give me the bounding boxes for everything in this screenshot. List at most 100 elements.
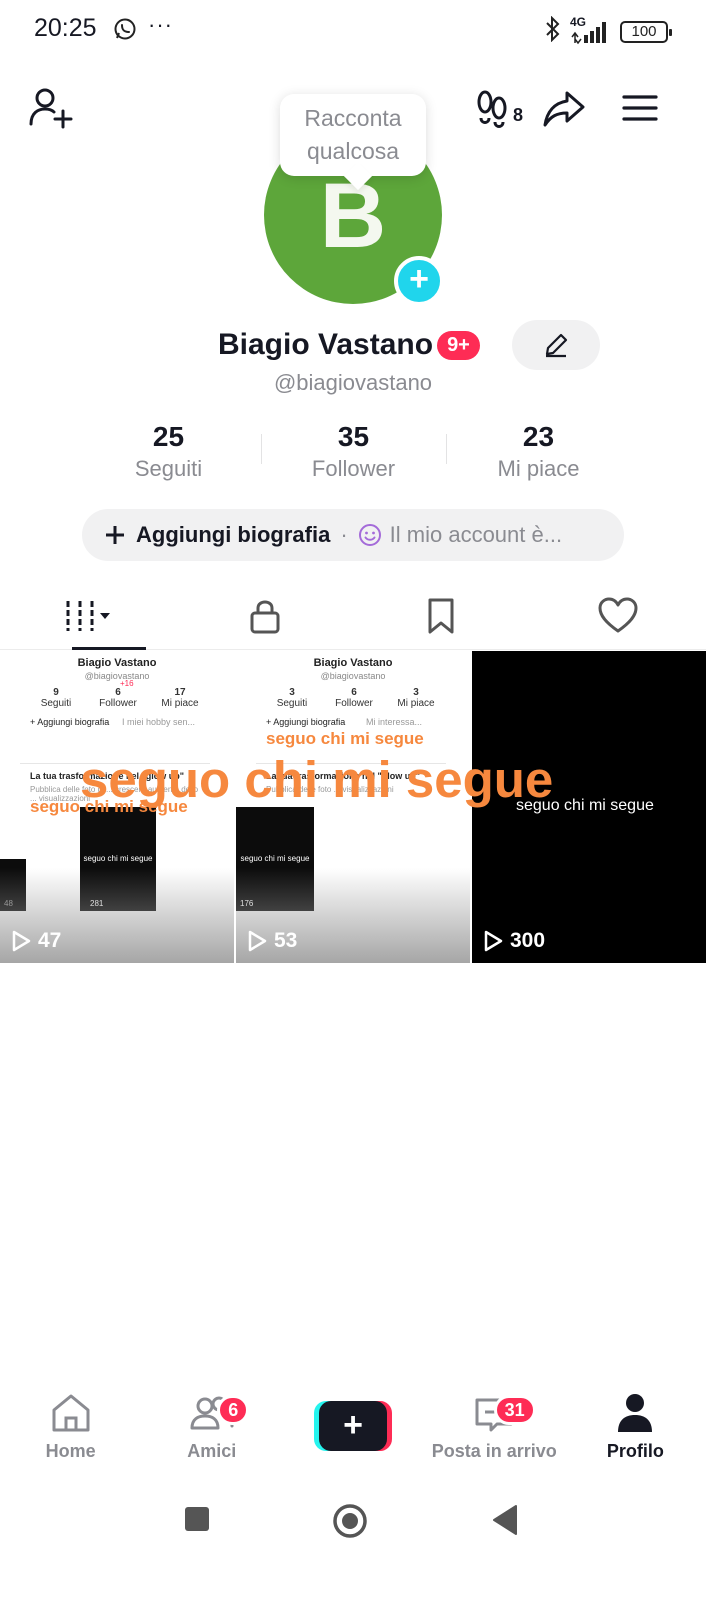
account-type-label: Il mio account è... (389, 522, 563, 547)
profile-views-count: 8 (512, 104, 523, 125)
profile-name-row: Biagio Vastano 9+ (218, 322, 480, 368)
stat-following[interactable]: 25 Seguiti (76, 420, 261, 490)
nav-friends[interactable]: Amici 6 (141, 1385, 282, 1485)
mini-stat: 6 Follower (88, 687, 148, 709)
mini-stat-value: 9 (53, 687, 59, 698)
pencil-icon (545, 333, 568, 358)
stat-value: 35 (337, 421, 370, 452)
bookmark-icon (428, 598, 454, 633)
stat-value: 25 (152, 421, 185, 452)
status-time: 20:25 (34, 14, 97, 42)
stat-label: Seguiti (134, 456, 203, 481)
nav-create[interactable]: + (282, 1385, 423, 1485)
mini-stat-label: Mi piace (397, 698, 435, 709)
stat-followers[interactable]: 35 Follower (261, 420, 446, 490)
menu-button[interactable] (616, 84, 664, 132)
notification-badge[interactable]: 9+ (437, 330, 480, 360)
mini-stat-value: 6 (115, 687, 121, 698)
home-icon (52, 1394, 90, 1432)
nav-profile[interactable]: Profilo (565, 1385, 706, 1485)
create-button[interactable]: + (314, 1401, 392, 1451)
status-icons: 4G 100 (544, 15, 672, 47)
mini-stat-label: Seguiti (276, 698, 308, 709)
footprints-icon (477, 90, 507, 128)
add-bio-label: Aggiungi biografia (136, 522, 331, 547)
share-arrow-icon (543, 91, 585, 127)
signal-icon: 4G (570, 15, 612, 45)
bio-bar: Aggiungi biografia · Il mio account è... (82, 509, 624, 561)
home-system-button[interactable] (332, 1503, 368, 1544)
view-count: 47 (10, 929, 61, 953)
tab-videos[interactable] (0, 582, 177, 650)
hamburger-icon (622, 95, 658, 121)
mini-stat-label: Mi piace (161, 698, 199, 709)
bottom-navigation: Home Amici 6 + Posta in arrivo 31 Profil… (0, 1385, 706, 1485)
mini-interest: Mi interessa... (366, 717, 423, 727)
stat-likes[interactable]: 23 Mi piace (446, 420, 631, 490)
stat-label: Follower (311, 456, 396, 481)
video-grid-icon (66, 600, 111, 631)
mini-stat: 17 Mi piace (150, 687, 210, 709)
view-count-value: 300 (510, 929, 546, 952)
tab-saved[interactable] (353, 582, 530, 649)
add-bio-button[interactable]: Aggiungi biografia (104, 522, 330, 548)
content-tabs (0, 582, 706, 650)
add-friend-button[interactable] (26, 84, 74, 132)
mini-stat-label: Follower (335, 698, 373, 709)
mini-bio: + Aggiungi biografia (30, 717, 110, 727)
video-overlay-text: seguo chi mi segue (266, 729, 424, 748)
inbox-badge: 31 (493, 1395, 536, 1425)
add-story-button[interactable]: + (394, 256, 444, 306)
edit-profile-button[interactable] (512, 320, 600, 370)
whatsapp-icon (113, 17, 137, 41)
more-notifications-icon: ··· (148, 12, 173, 37)
video-overlay-text-large: seguo chi mi segue (80, 751, 554, 808)
nav-label: Amici (187, 1441, 237, 1461)
back-button[interactable] (492, 1504, 518, 1541)
view-count: 53 (246, 929, 297, 953)
nav-home[interactable]: Home (0, 1385, 141, 1485)
system-navigation (0, 1490, 720, 1560)
mini-stat-value: 17 (174, 687, 186, 698)
mini-interest: I miei hobby sen... (122, 717, 196, 727)
heart-icon (598, 597, 638, 632)
mini-stat-label: Seguiti (40, 698, 72, 709)
nav-inbox[interactable]: Posta in arrivo 31 (424, 1385, 565, 1485)
battery-icon: 100 (620, 20, 672, 43)
mini-handle: @biagiovastano (320, 671, 386, 681)
story-tooltip[interactable]: Racconta qualcosa (280, 94, 426, 176)
mini-name: Biagio Vastano (77, 657, 157, 669)
profile-views-button[interactable]: 8 (470, 84, 526, 132)
mini-name: Biagio Vastano (313, 657, 393, 669)
profile-icon (618, 1394, 653, 1432)
smiley-icon (358, 524, 381, 546)
mini-stat: 3 Seguiti (262, 687, 322, 709)
mini-stat: 3 Mi piace (386, 687, 446, 709)
view-count-value: 53 (274, 929, 298, 952)
circle-icon (333, 1504, 367, 1538)
play-icon (484, 930, 503, 952)
mini-stat-value: 6 (351, 687, 357, 698)
profile-handle: @biagiovastano (273, 370, 433, 395)
nav-label: Profilo (606, 1441, 664, 1461)
recents-button[interactable] (184, 1506, 210, 1537)
mini-stat: 9 Seguiti (26, 687, 86, 709)
plus-icon (106, 526, 124, 544)
bluetooth-icon (544, 15, 562, 47)
view-count-value: 47 (38, 929, 62, 952)
nav-label: Home (45, 1441, 96, 1461)
tab-liked[interactable] (530, 582, 707, 649)
status-bar: 20:25 ··· 4G 100 (0, 0, 720, 60)
stat-value: 23 (522, 421, 555, 452)
square-icon (185, 1507, 209, 1531)
play-icon (12, 930, 31, 952)
plus-icon: + (319, 1401, 387, 1451)
tab-private[interactable] (177, 582, 354, 649)
mini-bio: + Aggiungi biografia (266, 717, 346, 727)
mini-delta: +16 (120, 679, 134, 688)
mini-stat-value: 3 (289, 687, 295, 698)
profile-name: Biagio Vastano (218, 328, 434, 361)
share-profile-button[interactable] (540, 84, 588, 132)
account-type-button[interactable]: Il mio account è... (358, 522, 562, 548)
mini-stat-value: 3 (413, 687, 419, 698)
